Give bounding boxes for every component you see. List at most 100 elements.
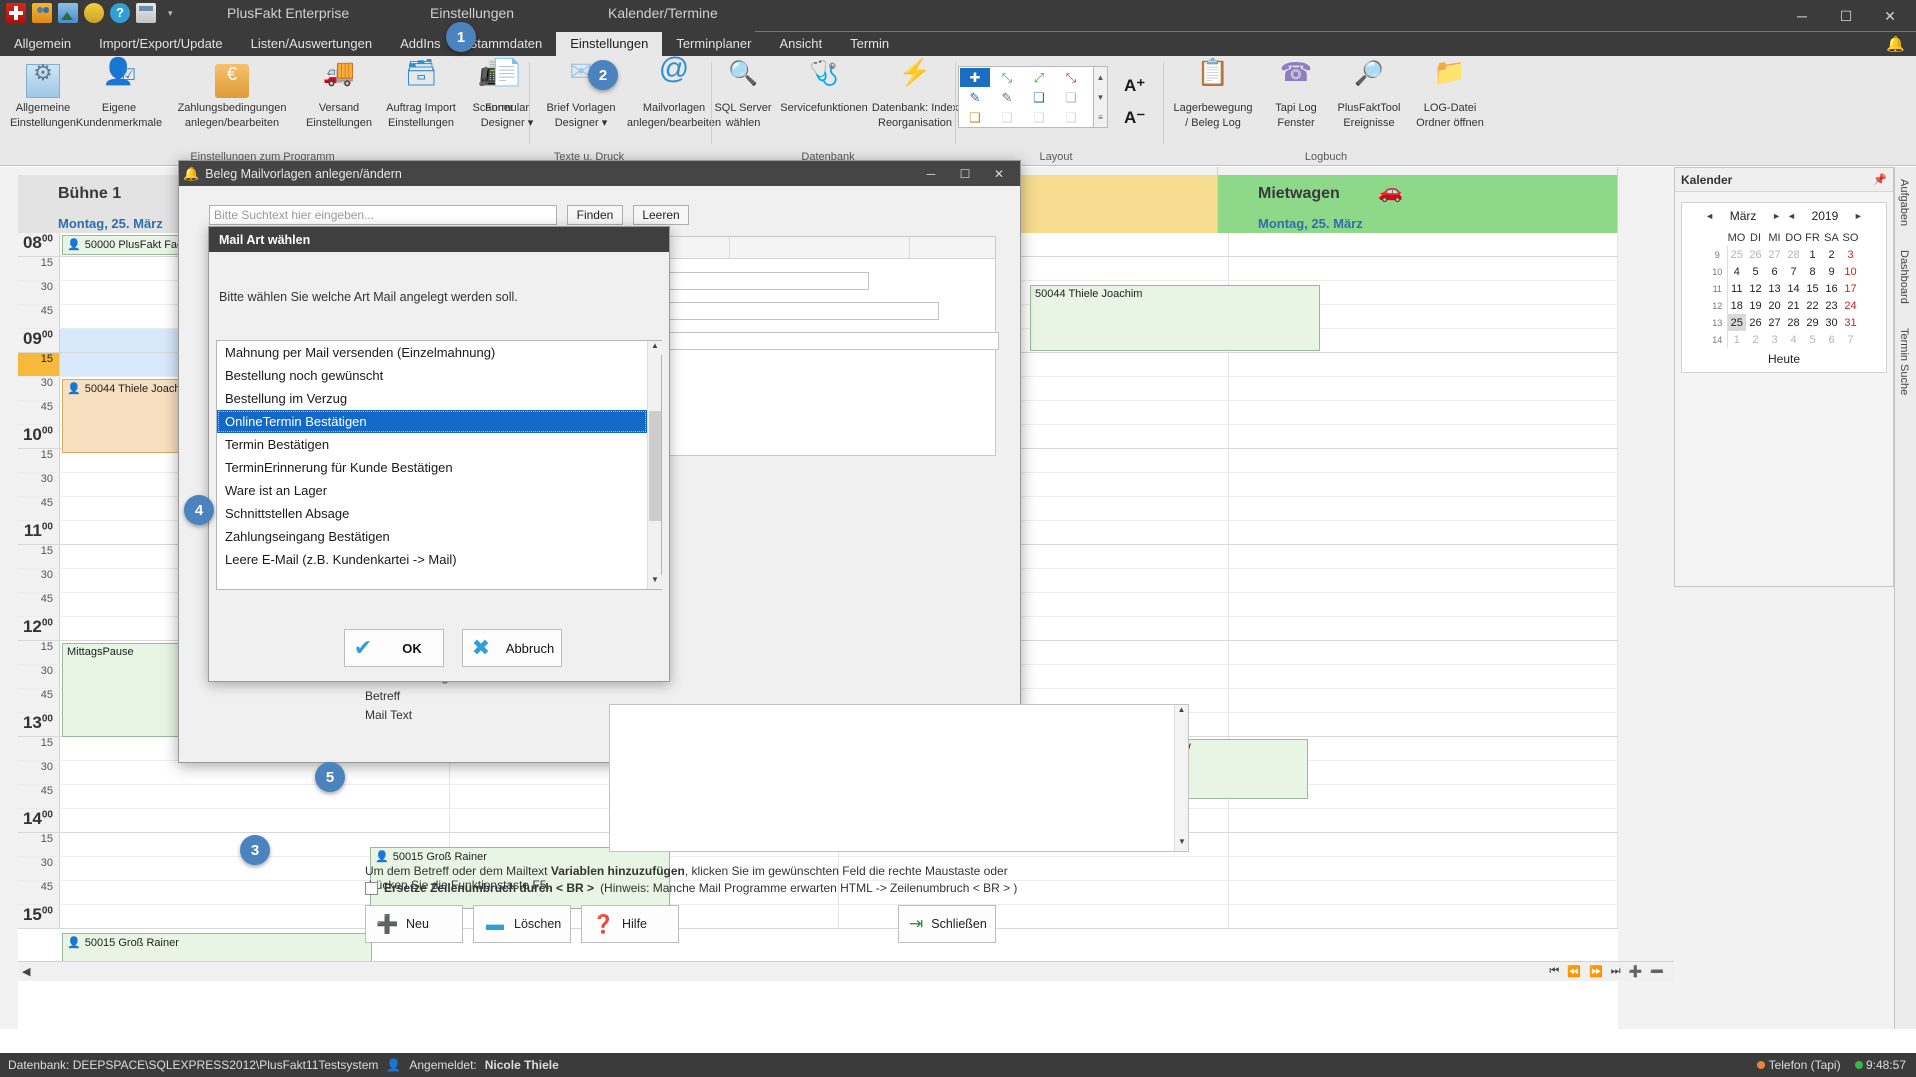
scroll-down-icon[interactable]: ▼ [1175,837,1189,851]
dialog-close-button[interactable]: ✕ [982,161,1016,186]
appointment-block[interactable]: 50044 Thiele Joachim [1030,285,1320,351]
list-item[interactable]: Ware ist an Lager [217,479,647,502]
red-cross-icon[interactable] [6,3,26,23]
gallery-cell[interactable]: ❑ [1024,108,1054,127]
font-decrease-icon[interactable]: A⁻ [1124,108,1145,128]
dialog-minimize-button[interactable]: ─ [914,161,948,186]
scroll-up-icon[interactable]: ▲ [1175,705,1188,719]
cancel-button[interactable]: ✖ Abbruch [462,629,562,667]
today-button[interactable]: Heute [1684,348,1884,368]
calendar-day[interactable]: 27 [1765,246,1784,263]
gallery-cell[interactable]: ⤢ [1024,68,1054,87]
calendar-day[interactable]: 17 [1841,280,1860,297]
maximize-button[interactable]: ☐ [1824,1,1868,31]
next-year-icon[interactable]: ► [1854,211,1863,221]
calendar-day[interactable]: 10 [1841,263,1860,280]
calendar-day[interactable]: 22 [1803,297,1822,314]
list-item[interactable]: Mahnung per Mail versenden (Einzelmahnun… [217,341,647,364]
calendar-day[interactable]: 8 [1803,263,1822,280]
calendar-day[interactable]: 11 [1727,280,1746,297]
calendar-day[interactable]: 4 [1727,263,1746,280]
grid-nav-remove-icon[interactable]: ➖ [1650,965,1664,978]
grid-navigation-bar[interactable]: ◀ ⏮ ⏪ ⏩ ⏭ ➕ ➖ [18,961,1674,981]
tab-allgemein[interactable]: Allgemein [0,32,85,56]
calendar-day[interactable]: 3 [1765,331,1784,348]
ribbon-button-log-ordner[interactable]: LOG-Datei Ordner öffnen [1408,62,1492,142]
calendar-day[interactable]: 5 [1746,263,1765,280]
mail-art-list[interactable]: Mahnung per Mail versenden (Einzelmahnun… [216,340,662,590]
image-icon[interactable] [58,3,78,23]
pin-icon[interactable]: 📌 [1873,173,1887,186]
qat-more-icon[interactable]: ▾ [168,8,173,19]
mini-calendar-grid[interactable]: MO DI MI DO FR SA SO 9 25 26 27 28 1 2 3 [1708,229,1860,348]
ok-button[interactable]: ✔ OK [344,629,444,667]
calendar-day[interactable]: 26 [1746,314,1765,331]
mail-art-list-items[interactable]: Mahnung per Mail versenden (Einzelmahnun… [217,341,647,589]
calendar-day[interactable]: 23 [1822,297,1841,314]
calendar-day[interactable]: 27 [1765,314,1784,331]
tab-listen-auswertungen[interactable]: Listen/Auswertungen [237,32,386,56]
dialog-maximize-button[interactable]: ☐ [948,161,982,186]
calendar-day[interactable]: 15 [1803,280,1822,297]
calculator-icon[interactable] [136,3,156,23]
side-tab-dashboard[interactable]: Dashboard [1895,238,1913,316]
gallery-cell[interactable]: ❑ [1056,108,1086,127]
ribbon-tab-strip[interactable]: Allgemein Import/Export/Update Listen/Au… [0,32,1916,56]
calendar-day[interactable]: 13 [1765,280,1784,297]
search-input[interactable]: Bitte Suchtext hier eingeben... [209,205,557,225]
gallery-scroll-down-icon[interactable]: ▼ [1097,93,1105,102]
clear-button[interactable]: Leeren [633,205,689,225]
ribbon-button-zahlungsbedingungen[interactable]: Zahlungsbedingungen anlegen/bearbeiten [170,62,294,142]
close-button[interactable]: ✕ [1868,1,1912,31]
gallery-cell[interactable]: ❑ [1056,88,1086,107]
calendar-day[interactable]: 12 [1746,280,1765,297]
minimize-button[interactable]: ─ [1780,1,1824,31]
mail-art-list-scrollbar[interactable]: ▲ ▼ [647,341,662,589]
calendar-day[interactable]: 29 [1803,314,1822,331]
calendar-day-selected[interactable]: 25 [1727,314,1746,331]
list-item[interactable]: Schnittstellen Absage [217,502,647,525]
neu-button[interactable]: ➕ Neu [365,905,463,943]
loeschen-button[interactable]: ▬ Löschen [473,905,571,943]
ribbon-button-lagerbewegung[interactable]: Lagerbewegung / Beleg Log [1164,62,1262,142]
calendar-day[interactable]: 6 [1822,331,1841,348]
list-item[interactable]: Leere E-Mail (z.B. Kundenkartei -> Mail) [217,548,647,571]
side-tab-termin-suche[interactable]: Termin Suche [1895,316,1913,407]
calendar-day[interactable]: 20 [1765,297,1784,314]
list-item[interactable]: Bestellung im Verzug [217,387,647,410]
mini-calendar[interactable]: ◄ März ► ◄ 2019 ► MO DI MI DO FR SA SO 9… [1681,202,1887,373]
mailtext-scrollbar[interactable]: ▲ ▼ [1174,705,1188,851]
quick-access-toolbar[interactable]: ? ▾ [6,3,173,23]
calendar-day[interactable]: 1 [1803,246,1822,263]
calendar-day[interactable]: 16 [1822,280,1841,297]
calendar-day[interactable]: 21 [1784,297,1803,314]
calendar-day[interactable]: 1 [1727,331,1746,348]
gallery-cell[interactable]: ⤡ [992,68,1022,87]
find-button[interactable]: Finden [567,205,623,225]
calendar-day[interactable]: 14 [1784,280,1803,297]
tab-termin[interactable]: Termin [836,32,903,56]
side-tab-aufgaben[interactable]: Aufgaben [1895,167,1913,238]
ribbon-button-eigene-kundenmerkmale[interactable]: Eigene Kundenmerkmale [76,62,162,142]
grid-nav-prev-icon[interactable]: ⏪ [1567,965,1581,978]
gallery-cell[interactable]: ❑ [960,108,990,127]
calendar-day[interactable]: 6 [1765,263,1784,280]
ribbon-button-index-reorganisation[interactable]: Datenbank: Index Reorganisation [860,62,970,142]
calendar-day[interactable]: 7 [1841,331,1860,348]
window-controls[interactable]: ─ ☐ ✕ [1780,0,1912,32]
grid-column-header[interactable] [730,237,910,258]
schliessen-button[interactable]: ⇥ Schließen [898,905,996,943]
font-increase-icon[interactable]: A⁺ [1124,76,1145,96]
mini-calendar-nav[interactable]: ◄ März ► ◄ 2019 ► [1684,207,1884,229]
calendar-day[interactable]: 26 [1746,246,1765,263]
resource-column[interactable]: Mietwagen 🚗 Montag, 25. März [1218,167,1618,233]
calendar-day[interactable]: 30 [1822,314,1841,331]
mailtext-editor[interactable]: ▲ ▼ [609,704,1189,852]
gallery-cell[interactable]: ❑ [1024,88,1054,107]
gallery-cell[interactable]: ✎ [960,88,990,107]
calendar-day[interactable]: 25 [1727,246,1746,263]
calendar-day[interactable]: 4 [1784,331,1803,348]
list-item-selected[interactable]: OnlineTermin Bestätigen [217,410,647,433]
calendar-day[interactable]: 28 [1784,314,1803,331]
list-item[interactable]: Bestellung noch gewünscht [217,364,647,387]
